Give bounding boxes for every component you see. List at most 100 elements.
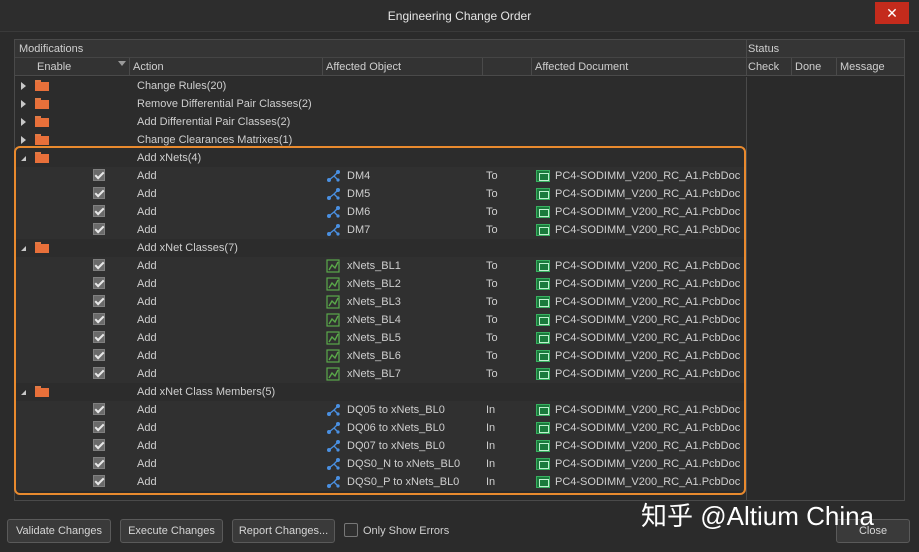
group-row[interactable]: Add xNet Class Members(5) — [15, 383, 746, 401]
affected-object-cell: DM7 — [347, 224, 371, 236]
col-separator[interactable] — [322, 58, 323, 76]
enable-checkbox[interactable] — [93, 349, 105, 361]
col-separator[interactable] — [746, 58, 747, 76]
group-row[interactable]: Remove Differential Pair Classes(2) — [15, 95, 746, 113]
group-row[interactable]: Change Rules(20) — [15, 77, 746, 95]
only-show-errors-checkbox[interactable] — [344, 523, 358, 537]
col-affected-object[interactable]: Affected Object — [326, 61, 401, 73]
status-group-header: Status — [748, 43, 780, 55]
enable-checkbox[interactable] — [93, 259, 105, 271]
enable-checkbox[interactable] — [93, 475, 105, 487]
enable-checkbox[interactable] — [93, 295, 105, 307]
group-label: Add Differential Pair Classes(2) — [137, 116, 291, 128]
xnet-icon — [327, 404, 340, 416]
group-row[interactable]: Add Differential Pair Classes(2) — [15, 113, 746, 131]
xnet-icon — [327, 188, 340, 200]
col-separator[interactable] — [482, 58, 483, 76]
col-action[interactable]: Action — [133, 61, 164, 73]
window-close-button[interactable]: ✕ — [875, 2, 909, 24]
change-row[interactable]: Add xNets_BL6 To PC4-SODIMM_V200_RC_A1.PcbD… — [15, 347, 746, 365]
expanded-arrow-icon[interactable] — [21, 390, 26, 395]
affected-document-cell: PC4-SODIMM_V200_RC_A1.PcbDoc — [555, 224, 741, 236]
action-cell: Add — [137, 206, 157, 218]
col-separator[interactable] — [836, 58, 837, 76]
change-row[interactable]: Add DQ05 to xNets_BL0 In PC4-SODIMM_V200_RC… — [15, 401, 746, 419]
action-cell: Add — [137, 224, 157, 236]
col-separator[interactable] — [791, 58, 792, 76]
collapsed-arrow-icon[interactable] — [21, 100, 26, 108]
enable-checkbox[interactable] — [93, 313, 105, 325]
collapsed-arrow-icon[interactable] — [21, 136, 26, 144]
action-cell: Add — [137, 476, 157, 488]
net-class-icon — [326, 367, 340, 381]
change-row[interactable]: Add xNets_BL5 To PC4-SODIMM_V200_RC_A1.PcbD… — [15, 329, 746, 347]
group-label: Add xNet Classes(7) — [137, 242, 238, 254]
enable-checkbox[interactable] — [93, 403, 105, 415]
direction-cell: To — [486, 296, 498, 308]
direction-cell: In — [486, 440, 496, 452]
pcb-document-icon — [536, 278, 550, 290]
change-row[interactable]: Add DQ06 to xNets_BL0 In PC4-SODIMM_V200_RC… — [15, 419, 746, 437]
change-row[interactable]: Add xNets_BL2 To PC4-SODIMM_V200_RC_A1.PcbD… — [15, 275, 746, 293]
expanded-arrow-icon[interactable] — [21, 156, 26, 161]
direction-cell: In — [486, 422, 496, 434]
enable-checkbox[interactable] — [93, 205, 105, 217]
group-row[interactable]: Add xNets(4) — [15, 149, 746, 167]
xnet-icon — [327, 206, 340, 218]
affected-object-cell: DQ07 to xNets_BL0 — [347, 440, 445, 452]
xnet-icon — [327, 458, 340, 470]
change-row[interactable]: Add DQS0_N to xNets_BL0 In PC4-SODIMM_V200_… — [15, 455, 746, 473]
group-row[interactable]: Change Clearances Matrixes(1) — [15, 131, 746, 149]
enable-checkbox[interactable] — [93, 169, 105, 181]
enable-checkbox[interactable] — [93, 439, 105, 451]
collapsed-arrow-icon[interactable] — [21, 118, 26, 126]
expanded-arrow-icon[interactable] — [21, 246, 26, 251]
action-cell: Add — [137, 422, 157, 434]
col-message[interactable]: Message — [840, 61, 885, 73]
change-row[interactable]: Add DQ07 to xNets_BL0 In PC4-SODIMM_V200_RC… — [15, 437, 746, 455]
col-enable[interactable]: Enable — [37, 61, 71, 73]
action-cell: Add — [137, 260, 157, 272]
enable-checkbox[interactable] — [93, 187, 105, 199]
report-changes-button[interactable]: Report Changes... — [232, 519, 335, 543]
pcb-document-icon — [536, 314, 550, 326]
affected-object-cell: DQS0_P to xNets_BL0 — [347, 476, 460, 488]
change-row[interactable]: Add xNets_BL7 To PC4-SODIMM_V200_RC_A1.PcbD… — [15, 365, 746, 383]
pcb-document-icon — [536, 476, 550, 488]
affected-document-cell: PC4-SODIMM_V200_RC_A1.PcbDoc — [555, 440, 741, 452]
group-row[interactable]: Add xNet Classes(7) — [15, 239, 746, 257]
enable-checkbox[interactable] — [93, 457, 105, 469]
net-class-icon — [326, 313, 340, 327]
validate-changes-button[interactable]: Validate Changes — [7, 519, 111, 543]
col-separator[interactable] — [129, 58, 130, 76]
execute-changes-button[interactable]: Execute Changes — [120, 519, 223, 543]
col-check[interactable]: Check — [748, 61, 779, 73]
change-row[interactable]: Add xNets_BL1 To PC4-SODIMM_V200_RC_A1.PcbD… — [15, 257, 746, 275]
action-cell: Add — [137, 296, 157, 308]
change-row[interactable]: Add DM4 To PC4-SODIMM_V200_RC_A1.PcbDoc — [15, 167, 746, 185]
enable-checkbox[interactable] — [93, 223, 105, 235]
pcb-document-icon — [536, 422, 550, 434]
change-row[interactable]: Add xNets_BL4 To PC4-SODIMM_V200_RC_A1.PcbD… — [15, 311, 746, 329]
enable-checkbox[interactable] — [93, 421, 105, 433]
affected-document-cell: PC4-SODIMM_V200_RC_A1.PcbDoc — [555, 350, 741, 362]
sort-desc-icon[interactable] — [118, 61, 126, 66]
col-affected-document[interactable]: Affected Document — [535, 61, 628, 73]
change-row[interactable]: Add DQS0_P to xNets_BL0 In PC4-SODIMM_V200_… — [15, 473, 746, 491]
change-row[interactable]: Add DM7 To PC4-SODIMM_V200_RC_A1.PcbDoc — [15, 221, 746, 239]
enable-checkbox[interactable] — [93, 331, 105, 343]
change-row[interactable]: Add DM5 To PC4-SODIMM_V200_RC_A1.PcbDoc — [15, 185, 746, 203]
enable-checkbox[interactable] — [93, 277, 105, 289]
direction-cell: To — [486, 170, 498, 182]
watermark: 知乎 @Altium China — [641, 501, 875, 531]
folder-icon — [35, 152, 49, 163]
affected-object-cell: xNets_BL5 — [347, 332, 401, 344]
xnet-icon — [327, 440, 340, 452]
col-done[interactable]: Done — [795, 61, 821, 73]
collapsed-arrow-icon[interactable] — [21, 82, 26, 90]
pcb-document-icon — [536, 350, 550, 362]
col-separator[interactable] — [531, 58, 532, 76]
change-row[interactable]: Add DM6 To PC4-SODIMM_V200_RC_A1.PcbDoc — [15, 203, 746, 221]
change-row[interactable]: Add xNets_BL3 To PC4-SODIMM_V200_RC_A1.PcbD… — [15, 293, 746, 311]
enable-checkbox[interactable] — [93, 367, 105, 379]
